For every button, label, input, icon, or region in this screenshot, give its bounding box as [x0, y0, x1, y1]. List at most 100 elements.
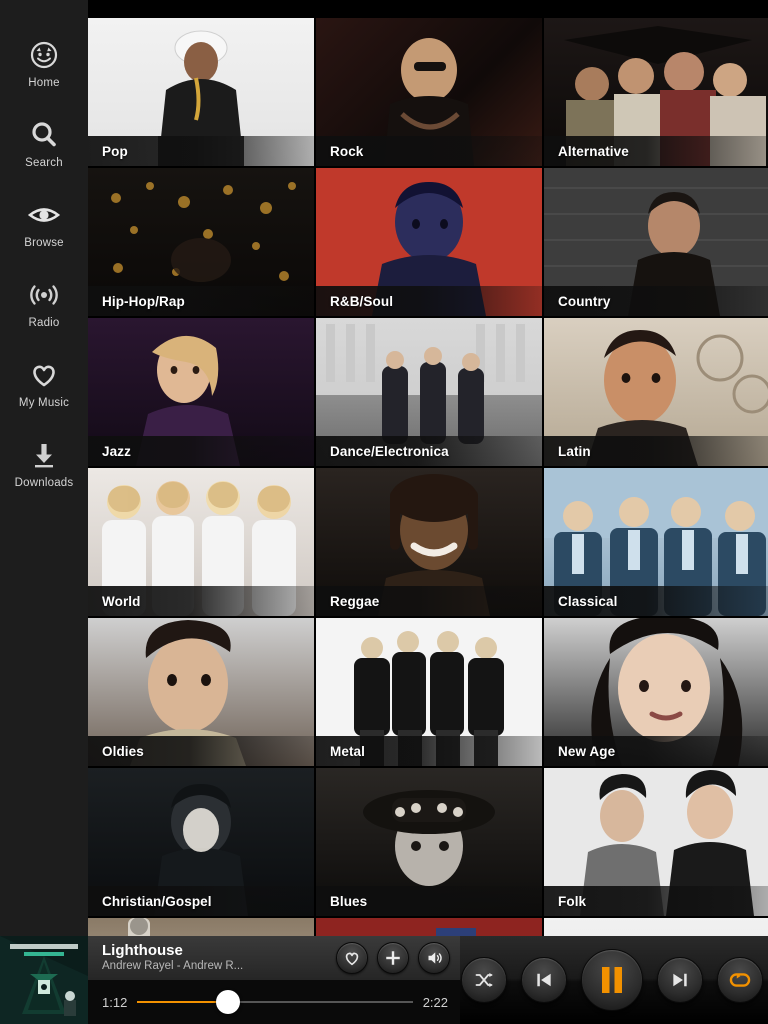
genre-grid: Pop Rock Alternative Hip-Hop/Rap R&B/Soul Cou… [88, 18, 768, 1024]
sidebar-item-my-music[interactable]: My Music [0, 344, 88, 424]
genre-tile[interactable]: World [88, 468, 314, 616]
seek-progress-fill [137, 1001, 229, 1003]
sidebar-item-radio[interactable]: Radio [0, 264, 88, 344]
genre-tile-label: Alternative [558, 143, 629, 159]
genre-tile[interactable]: Reggae [316, 468, 542, 616]
add-to-playlist-button[interactable] [377, 942, 409, 974]
genre-tile[interactable]: Alternative [544, 18, 768, 166]
genre-tile[interactable]: Pop [88, 18, 314, 166]
genre-tile[interactable]: Dance/Electronica [316, 318, 542, 466]
sidebar-item-label: Search [25, 157, 63, 170]
pause-button[interactable] [581, 949, 643, 1011]
genre-tile-label-bar: R&B/Soul [316, 286, 542, 316]
genre-tile[interactable]: Classical [544, 468, 768, 616]
genre-tile-label-bar: Jazz [88, 436, 314, 466]
track-info: Lighthouse Andrew Rayel - Andrew R... [102, 942, 336, 974]
genre-tile-label-bar: Folk [544, 886, 768, 916]
genre-tile-label: Christian/Gospel [102, 893, 212, 909]
genre-tile-label-bar: Country [544, 286, 768, 316]
transport-controls [460, 936, 768, 1024]
genre-tile[interactable]: Metal [316, 618, 542, 766]
genre-tile-label: Hip-Hop/Rap [102, 293, 185, 309]
previous-icon [533, 970, 555, 990]
seek-thumb[interactable] [216, 990, 241, 1014]
volume-button[interactable] [418, 942, 450, 974]
genre-tile-label-bar: Christian/Gospel [88, 886, 314, 916]
sidebar-item-label: Radio [28, 317, 60, 330]
genre-tile[interactable]: Christian/Gospel [88, 768, 314, 916]
genre-tile[interactable]: Hip-Hop/Rap [88, 168, 314, 316]
track-title: Lighthouse [102, 941, 183, 959]
repeat-button[interactable] [717, 957, 763, 1003]
repeat-icon [728, 970, 752, 990]
sidebar-item-browse[interactable]: Browse [0, 184, 88, 264]
genre-tile-label-bar: Classical [544, 586, 768, 616]
heart-icon [343, 949, 361, 967]
genre-tile-label-bar: Oldies [88, 736, 314, 766]
genre-tile-label: Latin [558, 443, 591, 459]
sidebar-item-search[interactable]: Search [0, 104, 88, 184]
search-icon [27, 118, 61, 152]
sidebar-item-label: My Music [18, 397, 70, 410]
track-actions [336, 942, 450, 974]
album-art[interactable] [0, 936, 88, 1024]
genre-tile[interactable]: Country [544, 168, 768, 316]
genre-tile-label: New Age [558, 743, 616, 759]
genre-tile-label: Pop [102, 143, 128, 159]
genre-tile-label: Blues [330, 893, 368, 909]
genre-tile-label-bar: Pop [88, 136, 314, 166]
genre-tile-label: Rock [330, 143, 364, 159]
genre-tile-label-bar: Metal [316, 736, 542, 766]
sidebar-item-label: Downloads [14, 477, 74, 490]
favorite-button[interactable] [336, 942, 368, 974]
previous-button[interactable] [521, 957, 567, 1003]
genre-tile-label: Country [558, 293, 611, 309]
speaker-icon [425, 949, 444, 967]
genre-tile[interactable]: Jazz [88, 318, 314, 466]
genre-tile-label: Folk [558, 893, 587, 909]
now-playing-header: Lighthouse Andrew Rayel - Andrew R... [88, 936, 460, 980]
genre-tile[interactable]: Latin [544, 318, 768, 466]
napster-app-window: Home Search Browse Radio My Music Downlo… [0, 0, 768, 1024]
genre-tile-label-bar: World [88, 586, 314, 616]
genre-tile[interactable]: New Age [544, 618, 768, 766]
next-button[interactable] [657, 957, 703, 1003]
heart-icon [27, 358, 61, 392]
genre-tile-label-bar: Dance/Electronica [316, 436, 542, 466]
shuffle-button[interactable] [461, 957, 507, 1003]
sidebar-item-list: Home Search Browse Radio My Music Downlo… [0, 24, 88, 504]
sidebar-item-home[interactable]: Home [0, 24, 88, 104]
sidebar-nav: Home Search Browse Radio My Music Downlo… [0, 0, 88, 1024]
genre-tile[interactable]: Oldies [88, 618, 314, 766]
seek-slider[interactable] [137, 990, 413, 1014]
genre-tile-label: Reggae [330, 593, 380, 609]
genre-tile[interactable]: Folk [544, 768, 768, 916]
genre-tile-label: Oldies [102, 743, 144, 759]
player-bar: Lighthouse Andrew Rayel - Andrew R... 1:… [0, 936, 768, 1024]
genre-tile[interactable]: Blues [316, 768, 542, 916]
eye-icon [27, 198, 61, 232]
genre-tile-label-bar: Rock [316, 136, 542, 166]
seek-row: 1:12 2:22 [88, 980, 460, 1024]
genre-tile[interactable]: Rock [316, 18, 542, 166]
plus-icon [384, 949, 402, 967]
genre-tile-label: R&B/Soul [330, 293, 394, 309]
radio-waves-icon [27, 278, 61, 312]
sidebar-item-label: Browse [24, 237, 64, 250]
lighthouse-cover-artwork [0, 936, 88, 1024]
sidebar-item-downloads[interactable]: Downloads [0, 424, 88, 504]
next-icon [669, 970, 691, 990]
genre-tile-label-bar: Reggae [316, 586, 542, 616]
genre-tile-label-bar: Alternative [544, 136, 768, 166]
sidebar-item-label: Home [28, 77, 60, 90]
genre-tile[interactable]: R&B/Soul [316, 168, 542, 316]
duration-time: 2:22 [422, 994, 448, 1010]
now-playing-section: Lighthouse Andrew Rayel - Andrew R... 1:… [88, 936, 460, 1024]
genre-tile-label-bar: New Age [544, 736, 768, 766]
genre-tile-label-bar: Hip-Hop/Rap [88, 286, 314, 316]
shuffle-icon [473, 970, 495, 990]
genre-tile-label: Dance/Electronica [330, 443, 449, 459]
genre-tile-label: World [102, 593, 141, 609]
genre-tile-label: Jazz [102, 443, 131, 459]
napster-cat-icon [27, 38, 61, 72]
